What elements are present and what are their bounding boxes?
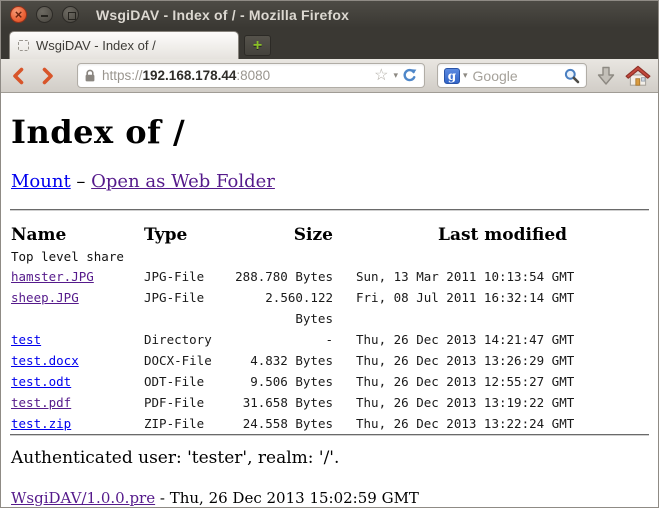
home-button[interactable] (625, 65, 651, 87)
maximize-button[interactable] (62, 6, 79, 23)
search-magnifier-icon[interactable] (564, 68, 580, 84)
page-footer: WsgiDAV/1.0.0.pre - Thu, 26 Dec 2013 15:… (11, 489, 649, 507)
tab-label: WsgiDAV - Index of / (36, 38, 156, 53)
auth-status: Authenticated user: 'tester', realm: '/'… (11, 448, 649, 468)
url-host: 192.168.178.44 (143, 68, 237, 83)
action-links: Mount – Open as Web Folder (11, 171, 649, 192)
file-modified: Thu, 26 Dec 2013 13:22:24 GMT (336, 413, 649, 434)
file-link[interactable]: test.pdf (11, 395, 71, 410)
titlebar: WsgiDAV - Index of / - Mozilla Firefox (1, 1, 658, 28)
table-row: sheep.JPG JPG-File 2.560.122 Bytes Fri, … (11, 287, 649, 329)
file-size: 288.780 Bytes (222, 266, 336, 287)
file-modified: Fri, 08 Jul 2011 16:32:14 GMT (336, 287, 649, 329)
reload-icon[interactable] (401, 67, 418, 84)
url-port: :8080 (236, 68, 270, 83)
table-row: test.pdf PDF-File 31.658 Bytes Thu, 26 D… (11, 392, 649, 413)
file-type: ZIP-File (144, 413, 222, 434)
table-row: test Directory - Thu, 26 Dec 2013 14:21:… (11, 329, 649, 350)
table-row: test.odt ODT-File 9.506 Bytes Thu, 26 De… (11, 371, 649, 392)
url-scheme: https:// (102, 68, 143, 83)
table-header-row: Name Type Size Last modified (11, 225, 649, 245)
divider-top (10, 209, 649, 211)
file-type: JPG-File (144, 266, 222, 287)
header-last-modified: Last modified (336, 225, 649, 245)
file-type: DOCX-File (144, 350, 222, 371)
mount-link[interactable]: Mount (11, 171, 71, 192)
downloads-button[interactable] (595, 65, 617, 87)
search-bar[interactable]: g ▾ Google (437, 63, 587, 88)
url-bar[interactable]: https://192.168.178.44:8080 ☆ ▾ (77, 63, 425, 88)
share-note: Top level share (11, 249, 649, 264)
file-modified: Sun, 13 Mar 2011 10:13:54 GMT (336, 266, 649, 287)
window-title: WsgiDAV - Index of / - Mozilla Firefox (96, 7, 349, 23)
window-controls (10, 6, 79, 23)
google-engine-icon[interactable]: g (444, 68, 460, 84)
file-size: 4.832 Bytes (222, 350, 336, 371)
table-row: hamster.JPG JPG-File 288.780 Bytes Sun, … (11, 266, 649, 287)
close-button[interactable] (10, 6, 27, 23)
page-title: Index of / (11, 113, 649, 151)
table-row: test.zip ZIP-File 24.558 Bytes Thu, 26 D… (11, 413, 649, 434)
header-size: Size (222, 225, 336, 245)
file-link[interactable]: test (11, 332, 41, 347)
navigation-toolbar: https://192.168.178.44:8080 ☆ ▾ g ▾ Goog… (1, 59, 658, 93)
file-modified: Thu, 26 Dec 2013 13:19:22 GMT (336, 392, 649, 413)
tab-wsgidav[interactable]: WsgiDAV - Index of / (9, 31, 239, 59)
file-link[interactable]: test.docx (11, 353, 79, 368)
lock-icon[interactable] (84, 69, 96, 83)
new-tab-button[interactable]: + (244, 35, 271, 56)
forward-button[interactable] (35, 64, 59, 88)
back-arrow-icon (9, 66, 29, 86)
firefox-window: WsgiDAV - Index of / - Mozilla Firefox W… (0, 0, 659, 508)
forward-arrow-icon (37, 66, 57, 86)
file-type: JPG-File (144, 287, 222, 329)
file-modified: Thu, 26 Dec 2013 12:55:27 GMT (336, 371, 649, 392)
file-link[interactable]: hamster.JPG (11, 269, 94, 284)
file-size: 31.658 Bytes (222, 392, 336, 413)
file-type: Directory (144, 329, 222, 350)
url-text: https://192.168.178.44:8080 (102, 68, 270, 83)
file-size: 2.560.122 Bytes (222, 287, 336, 329)
file-link[interactable]: test.zip (11, 416, 71, 431)
link-separator: – (76, 171, 85, 192)
file-link[interactable]: test.odt (11, 374, 71, 389)
file-modified: Thu, 26 Dec 2013 13:26:29 GMT (336, 350, 649, 371)
open-as-web-folder-link[interactable]: Open as Web Folder (91, 171, 275, 192)
minimize-button[interactable] (36, 6, 53, 23)
back-button[interactable] (7, 64, 31, 88)
search-placeholder: Google (473, 68, 518, 84)
file-size: 24.558 Bytes (222, 413, 336, 434)
file-link[interactable]: sheep.JPG (11, 290, 79, 305)
footer-timestamp: - Thu, 26 Dec 2013 15:02:59 GMT (155, 489, 419, 507)
default-favicon-icon (18, 40, 29, 51)
file-size: - (222, 329, 336, 350)
file-type: PDF-File (144, 392, 222, 413)
home-icon (625, 65, 651, 87)
header-type: Type (144, 225, 222, 245)
tab-bar: WsgiDAV - Index of / + (1, 28, 658, 59)
download-arrow-icon (595, 65, 617, 87)
file-type: ODT-File (144, 371, 222, 392)
search-engine-dropdown-icon[interactable]: ▾ (463, 71, 468, 80)
page-content: Index of / Mount – Open as Web Folder Na… (1, 113, 658, 507)
file-modified: Thu, 26 Dec 2013 14:21:47 GMT (336, 329, 649, 350)
file-size: 9.506 Bytes (222, 371, 336, 392)
wsgidav-version-link[interactable]: WsgiDAV/1.0.0.pre (11, 489, 155, 507)
table-row: test.docx DOCX-File 4.832 Bytes Thu, 26 … (11, 350, 649, 371)
divider-bottom (10, 434, 649, 436)
urlbar-dropdown-icon[interactable]: ▾ (393, 71, 398, 80)
file-list: hamster.JPG JPG-File 288.780 Bytes Sun, … (11, 266, 649, 434)
header-name: Name (11, 225, 144, 245)
bookmark-star-icon[interactable]: ☆ (374, 68, 388, 84)
